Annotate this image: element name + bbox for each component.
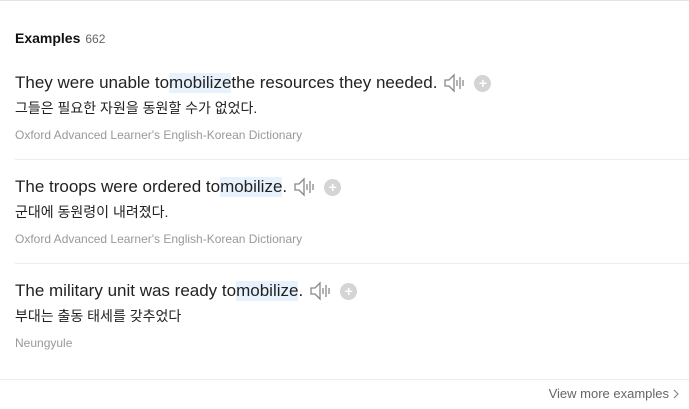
example-translation: 부대는 출동 태세를 갖추었다 <box>15 308 182 324</box>
example-translation: 그들은 필요한 자원을 동원할 수가 없었다. <box>15 100 258 116</box>
add-icon[interactable]: + <box>474 74 492 92</box>
example-sentence: The troops were ordered to mobilize. + <box>15 174 689 200</box>
sentence-text: The troops were ordered to <box>15 177 221 196</box>
divider <box>15 159 689 160</box>
example-sentence: They were unable to mobilize the resourc… <box>15 70 689 96</box>
example-item: The troops were ordered to mobilize. + 군… <box>15 174 689 247</box>
example-source: Oxford Advanced Learner's English-Korean… <box>15 232 303 246</box>
examples-count: 662 <box>85 32 106 46</box>
speaker-icon[interactable] <box>443 73 469 93</box>
example-source: Oxford Advanced Learner's English-Korean… <box>15 128 303 142</box>
example-source: Neungyule <box>15 336 73 350</box>
divider <box>15 263 689 264</box>
examples-title: Examples <box>15 30 81 46</box>
sentence-text: . <box>298 281 304 300</box>
example-sentence: The military unit was ready to mobilize.… <box>15 278 689 304</box>
examples-header: Examples 662 <box>15 30 105 50</box>
sentence-text: The military unit was ready to <box>15 281 237 300</box>
chevron-right-icon <box>673 389 679 398</box>
speaker-icon[interactable] <box>293 177 319 197</box>
example-translation: 군대에 동원령이 내려졌다. <box>15 204 169 220</box>
speaker-icon[interactable] <box>309 281 335 301</box>
sentence-text: . <box>282 177 288 196</box>
example-item: The military unit was ready to mobilize.… <box>15 278 689 351</box>
view-more-label: View more examples <box>548 386 669 401</box>
add-icon[interactable]: + <box>324 178 342 196</box>
add-icon[interactable]: + <box>340 282 358 300</box>
footer-divider <box>0 379 689 380</box>
highlighted-word: mobilize <box>236 281 299 301</box>
view-more-examples-link[interactable]: View more examples <box>549 386 679 401</box>
highlighted-word: mobilize <box>220 177 283 197</box>
top-divider <box>0 0 689 1</box>
example-item: They were unable to mobilize the resourc… <box>15 70 689 143</box>
highlighted-word: mobilize <box>169 73 232 93</box>
sentence-text: the resources they needed. <box>231 73 438 92</box>
sentence-text: They were unable to <box>15 73 170 92</box>
